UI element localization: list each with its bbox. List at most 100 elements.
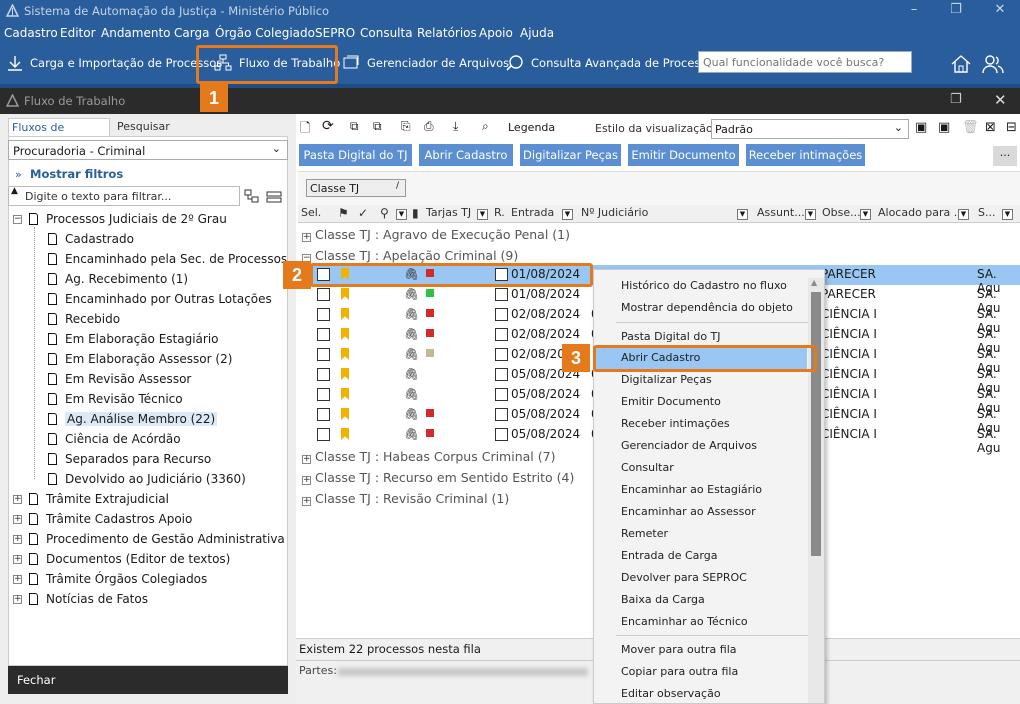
users-icon[interactable] — [982, 53, 1004, 75]
row-r-checkbox[interactable] — [495, 348, 508, 361]
fluxo-select[interactable]: Procuradoria - Criminal ⌄ — [8, 140, 288, 160]
expand-icon[interactable]: + — [302, 233, 311, 242]
filter-dropdown-icon[interactable]: ▼ — [737, 209, 748, 220]
view-style-select[interactable]: Padrão ⌄ — [711, 119, 909, 139]
col-s[interactable]: S... — [978, 206, 995, 219]
filter-dropdown-icon[interactable]: ▼ — [958, 209, 969, 220]
tree-node-elaboracao-estagiario[interactable]: Em Elaboração Estagiário — [48, 332, 219, 346]
col-alocado[interactable]: Alocado para ... — [878, 206, 964, 219]
tree-node-revisao-tecnico[interactable]: Em Revisão Técnico — [48, 392, 183, 406]
tree-node-ag-analise-membro[interactable]: Ag. Análise Membro (22) — [48, 412, 218, 426]
tree-node-separados-recurso[interactable]: Separados para Recurso — [48, 452, 211, 466]
row-r-checkbox[interactable] — [495, 288, 508, 301]
menu-andamento[interactable]: Andamento — [101, 26, 171, 40]
save-icon[interactable]: ▣ — [915, 120, 927, 135]
group-row[interactable]: + Classe TJ : Habeas Corpus Criminal (7) — [302, 449, 555, 464]
context-item-remeter[interactable]: Remeter — [621, 527, 668, 540]
hierarchy-col-icon[interactable]: ⚲ — [380, 206, 389, 220]
row-r-checkbox[interactable] — [495, 388, 508, 401]
expand-icon[interactable]: + — [302, 497, 311, 506]
row-r-checkbox[interactable] — [495, 328, 508, 341]
tree-node-procedimento-gestao[interactable]: Procedimento de Gestão Administrativa — [29, 532, 285, 546]
filter-dropdown-icon[interactable]: ▼ — [562, 209, 573, 220]
tree-node-tramite-orgaos[interactable]: Trâmite Órgãos Colegiados — [29, 572, 207, 586]
context-item-devolver-seproc[interactable]: Devolver para SEPROC — [621, 571, 747, 584]
scroll-up-icon[interactable]: ▲ — [811, 278, 817, 287]
context-item-copiar-fila[interactable]: Copiar para outra fila — [621, 665, 738, 678]
context-item-mostrar-dependencia[interactable]: Mostrar dependência do objeto — [621, 301, 793, 314]
context-item-mover-fila[interactable]: Mover para outra fila — [621, 643, 737, 656]
col-numero[interactable]: Nº Judiciário — [581, 206, 648, 219]
settings-icon[interactable]: ⊟ — [1006, 120, 1017, 135]
filter-dropdown-icon[interactable]: ▼ — [396, 209, 407, 220]
digitalizar-pecas-button[interactable]: Digitalizar Peças — [520, 144, 621, 166]
expand-icon[interactable]: + — [302, 455, 311, 464]
emitir-documento-button[interactable]: Emitir Documento — [628, 144, 739, 166]
mostrar-filtros-link[interactable]: Mostrar filtros — [30, 167, 123, 181]
row-select-checkbox[interactable] — [317, 308, 330, 321]
context-item-emitir-documento[interactable]: Emitir Documento — [621, 395, 721, 408]
tree-node-encaminhado-sec[interactable]: Encaminhado pela Sec. de Processos — [48, 252, 287, 266]
group-row[interactable]: + Classe TJ : Agravo de Execução Penal (1… — [302, 227, 570, 242]
carga-importacao-button[interactable]: Carga e Importação de Processos — [30, 56, 222, 70]
fechar-button[interactable]: Fechar — [8, 666, 288, 694]
tree-expand-toggle[interactable]: + — [13, 515, 22, 524]
legenda-button[interactable]: Legenda — [508, 121, 555, 134]
tarjas-col-icon[interactable]: ▮ — [412, 206, 419, 220]
context-item-entrada-carga[interactable]: Entrada de Carga — [621, 549, 717, 562]
menu-ajuda[interactable]: Ajuda — [520, 26, 554, 40]
context-menu-scrollbar[interactable]: ▲ — [808, 278, 824, 703]
filter-dropdown-icon[interactable]: ▼ — [477, 209, 488, 220]
col-assunto[interactable]: Assunt... — [757, 206, 805, 219]
abrir-cadastro-button[interactable]: Abrir Cadastro — [419, 144, 513, 166]
bookmark-col-icon[interactable]: ⚑ — [338, 206, 349, 220]
row-select-checkbox[interactable] — [317, 428, 330, 441]
advanced-search-icon[interactable] — [506, 54, 524, 72]
tree-node-cadastrado[interactable]: Cadastrado — [48, 232, 134, 246]
receber-intimacoes-button[interactable]: Receber intimações — [746, 144, 865, 166]
filter-input[interactable]: ▲ Digite o texto para filtrar... — [8, 186, 240, 206]
tree-collapse-toggle[interactable]: − — [13, 215, 22, 224]
context-item-encaminhar-assessor[interactable]: Encaminhar ao Assessor — [621, 505, 756, 518]
group-row[interactable]: + Classe TJ : Recurso em Sentido Estrito … — [302, 470, 574, 485]
excel-icon[interactable]: ⊠ — [985, 120, 996, 135]
group-chip-classe-tj[interactable]: Classe TJ / — [306, 179, 406, 197]
tree-expand-toggle[interactable]: + — [13, 535, 22, 544]
refresh-icon[interactable]: ⟳ — [322, 118, 334, 134]
group-icon[interactable]: ⧉ — [350, 119, 359, 134]
col-r[interactable]: R. — [494, 206, 505, 219]
row-r-checkbox[interactable] — [495, 408, 508, 421]
col-sel[interactable]: Sel. — [301, 206, 321, 219]
more-actions-button[interactable]: ... — [993, 146, 1017, 166]
tree-expand-toggle[interactable]: + — [13, 555, 22, 564]
row-select-checkbox[interactable] — [317, 368, 330, 381]
check-col-icon[interactable]: ✓ — [358, 206, 368, 220]
tab-pesquisar[interactable]: Pesquisar — [117, 120, 170, 133]
row-select-checkbox[interactable] — [317, 408, 330, 421]
group-row[interactable]: − Classe TJ : Apelação Criminal (9) — [302, 248, 518, 263]
col-entrada[interactable]: Entrada — [511, 206, 554, 219]
restore-icon[interactable]: ❐ — [950, 92, 962, 107]
tree-expand-toggle[interactable]: + — [13, 595, 22, 604]
menu-editor[interactable]: Editor — [60, 26, 96, 40]
close-icon[interactable]: ✕ — [994, 91, 1007, 109]
menu-relatorios[interactable]: Relatórios — [417, 26, 477, 40]
minimize-icon[interactable]: – — [904, 2, 924, 17]
menu-orgao-colegiado[interactable]: Órgão Colegiado — [215, 26, 315, 40]
group-row[interactable]: + Classe TJ : Revisão Criminal (1) — [302, 491, 509, 506]
file-manager-icon[interactable] — [342, 54, 360, 72]
context-item-historico[interactable]: Histórico do Cadastro no fluxo — [621, 279, 787, 292]
tree-node-tramite-extrajudicial[interactable]: Trâmite Extrajudicial — [29, 492, 169, 506]
context-item-encaminhar-estagiario[interactable]: Encaminhar ao Estagiário — [621, 483, 762, 496]
tree-node-processos-judiciais[interactable]: Processos Judiciais de 2º Grau — [29, 212, 227, 226]
restore-icon[interactable]: ❐ — [946, 2, 966, 17]
expand-tree-icon[interactable] — [244, 189, 260, 205]
row-select-checkbox[interactable] — [317, 288, 330, 301]
download-icon[interactable] — [6, 54, 24, 72]
download-doc-icon[interactable]: ⤓ — [453, 119, 458, 134]
row-select-checkbox[interactable] — [317, 348, 330, 361]
tree-node-elaboracao-assessor[interactable]: Em Elaboração Assessor (2) — [48, 352, 232, 366]
menu-cadastro[interactable]: Cadastro — [4, 26, 58, 40]
filter-dropdown-icon[interactable]: ▼ — [860, 209, 871, 220]
menu-sepro[interactable]: SEPRO — [315, 26, 355, 40]
